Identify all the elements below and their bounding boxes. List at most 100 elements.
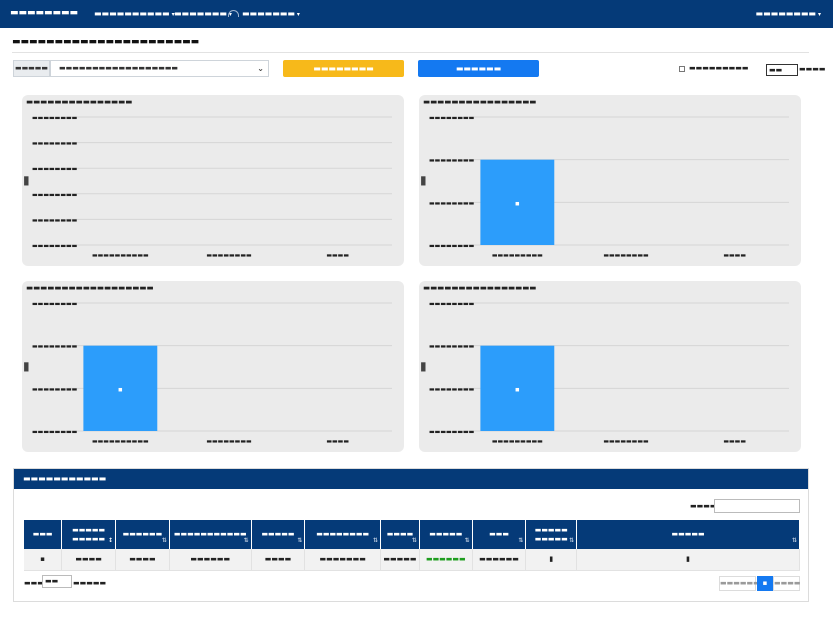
filter-select-value: ▬▬▬▬▬▬▬▬▬▬▬▬▬▬▬▬▬▬ bbox=[59, 64, 179, 72]
table-body: ▪ ▬▬▬▬ ▬▬▬▬ ▬▬▬▬▬▬ ▬▬▬▬ ▬▬▬▬▬▬▬ ▬▬▬▬▬ ▬▬▬▬▬▬ ▬▬▬… bbox=[24, 549, 800, 571]
table-cell: ▬▬▬▬▬▬ bbox=[472, 549, 527, 571]
show-label: ▬▬▬ bbox=[24, 579, 44, 587]
nav-dropdown-1-label: ▬▬▬▬▬▬▬▬▬▬ bbox=[94, 9, 170, 18]
table-header-row: ▬▬▬ ▬▬▬▬▬ ▬▬▬▬▬ ↕ ▬▬▬▬▬▬ ⇅ ▬▬▬▬▬▬▬▬▬▬▬ ⇅ ▬▬▬▬▬ ⇅… bbox=[24, 520, 800, 549]
column-header[interactable]: ▬▬▬▬▬ ▬▬▬▬▬ ↕ bbox=[61, 520, 116, 549]
refresh-interval-input[interactable]: ▬▬ bbox=[766, 64, 798, 76]
table-cell: ▬▬▬▬ bbox=[115, 549, 170, 571]
column-header[interactable]: ▬▬▬▬▬▬ ⇅ bbox=[115, 520, 170, 549]
chevron-down-icon: ⌄ bbox=[257, 64, 264, 73]
nav-user-dropdown[interactable]: ▬▬▬▬▬▬▬ ▾ bbox=[228, 9, 300, 18]
table-cell: ▬▬▬▬ bbox=[251, 549, 306, 571]
nav-user-label: ▬▬▬▬▬▬▬ bbox=[242, 9, 295, 18]
primary-action-button[interactable]: ▬▬▬▬▬▬ bbox=[418, 60, 539, 77]
y-tick-label: ▬▬▬▬▬▬▬▬ bbox=[32, 386, 78, 393]
table-cell: ▬▬▬▬▬ bbox=[380, 549, 420, 571]
pagination-next[interactable]: ▬▬▬▬ bbox=[773, 576, 800, 591]
x-tick-label: ▬▬▬▬▬▬▬▬▬▬ bbox=[92, 438, 149, 445]
x-tick-label: ▬▬▬▬ bbox=[723, 438, 746, 445]
y-tick-label: ▬▬▬▬▬▬▬▬ bbox=[429, 301, 475, 308]
top-navbar: ▬▬▬▬▬▬▬▬ ▬▬▬▬▬▬▬▬▬▬ ▾ ▬▬▬▬▬▬▬ ▾ ▬▬▬▬▬▬▬ ▾ ▬… bbox=[0, 0, 833, 28]
column-header-label: ▬▬▬▬▬ bbox=[261, 530, 295, 539]
caret-down-icon: ▾ bbox=[296, 11, 300, 18]
y-tick-label: ▬▬▬▬▬▬▬▬ bbox=[32, 343, 78, 350]
column-header[interactable]: ▬▬▬▬▬ ⇅ bbox=[576, 520, 800, 549]
y-tick-label: ▬▬▬▬▬▬▬▬ bbox=[32, 140, 78, 147]
sort-icon: ⇅ bbox=[297, 536, 303, 544]
x-tick-label: ▬▬▬▬ bbox=[326, 438, 349, 445]
y-tick-label: ▬▬▬▬▬▬▬▬ bbox=[32, 429, 78, 436]
column-header[interactable]: ▬▬▬▬▬▬▬▬ ⇅ bbox=[304, 520, 382, 549]
y-tick-label: ▬▬▬▬▬▬▬▬ bbox=[32, 301, 78, 308]
entries-label: ▬▬▬▬▬ bbox=[73, 579, 107, 587]
x-tick-label: ▬▬▬▬ bbox=[326, 252, 349, 259]
y-tick-label: ▬▬▬▬▬▬▬▬ bbox=[429, 115, 475, 122]
bar-chart-2: ▬▬▬▬▬▬▬▬▬▬▬▬▬▬▬▬▬▬▬▬▬▬▬▬▬▬▬▬▬▬▬▬▮▪▬▬▬▬▬▬… bbox=[420, 115, 789, 259]
nav-dropdown-1[interactable]: ▬▬▬▬▬▬▬▬▬▬ ▾ bbox=[94, 9, 175, 18]
table-row[interactable]: ▪ ▬▬▬▬ ▬▬▬▬ ▬▬▬▬▬▬ ▬▬▬▬ ▬▬▬▬▬▬▬ ▬▬▬▬▬ ▬▬▬▬▬▬ ▬▬▬… bbox=[24, 549, 800, 571]
column-header[interactable]: ▬▬▬▬▬ ▬▬▬▬▬ ⇅ bbox=[525, 520, 578, 549]
nav-account-dropdown[interactable]: ▬▬▬▬▬▬▬▬ ▾ bbox=[756, 9, 821, 18]
chart-card-1: ▬▬▬▬▬▬▬▬▬▬▬▬▬▬▬ ▬▬▬▬▬▬▬▬ ▬▬▬▬▬▬▬▬ ▬▬▬▬▬▬▬▬… bbox=[22, 95, 404, 266]
chart-card-2: ▬▬▬▬▬▬▬▬▬▬▬▬▬▬▬▬ ▬▬▬▬▬▬▬▬ ▬▬▬▬▬▬▬▬ ▬▬▬▬▬▬▬… bbox=[419, 95, 801, 266]
y-tick-label: ▬▬▬▬▬▬▬▬ bbox=[429, 386, 475, 393]
x-tick-label: ▬▬▬▬▬▬▬▬▬ bbox=[492, 438, 543, 445]
sort-icon: ⇅ bbox=[161, 536, 167, 544]
user-icon bbox=[228, 10, 239, 17]
filter-select[interactable]: ▬▬▬▬▬▬▬▬▬▬▬▬▬▬▬▬▬▬ ⌄ bbox=[50, 60, 269, 77]
bar-chart-4: ▬▬▬▬▬▬▬▬▬▬▬▬▬▬▬▬▬▬▬▬▬▬▬▬▬▬▬▬▬▬▬▬▮▪▬▬▬▬▬▬… bbox=[420, 301, 789, 445]
brand-logo-text[interactable]: ▬▬▬▬▬▬▬▬ bbox=[10, 8, 78, 18]
page-length-select[interactable]: ▬▬ bbox=[42, 575, 72, 588]
column-header-label: ▬▬▬▬▬▬▬▬ bbox=[316, 530, 370, 539]
table-cell: ▮ bbox=[576, 549, 800, 571]
pagination-previous[interactable]: ▬▬▬▬▬▬ bbox=[719, 576, 760, 591]
table-panel: ▬▬▬▬▬▬▬▬▬▬▬ ▬▬▬▬ ▬▬▬ ▬▬▬▬▬ ▬▬▬▬▬ ↕ ▬▬▬▬▬▬ ⇅ ▬… bbox=[13, 468, 809, 602]
y-tick-label: ▬▬▬▬▬▬▬▬ bbox=[32, 166, 78, 173]
x-tick-label: ▬▬▬▬ bbox=[723, 252, 746, 259]
warning-action-button[interactable]: ▬▬▬▬▬▬▬▬ bbox=[283, 60, 404, 77]
column-header[interactable]: ▬▬▬▬ ⇅ bbox=[380, 520, 420, 549]
column-header-label: ▬▬▬▬▬ ▬▬▬▬▬ bbox=[72, 526, 106, 543]
column-header[interactable]: ▬▬▬▬▬ ⇅ bbox=[251, 520, 306, 549]
nav-account-label: ▬▬▬▬▬▬▬▬ bbox=[755, 9, 816, 18]
sort-icon: ⇅ bbox=[518, 536, 524, 544]
table-cell: ▬▬▬▬▬▬▬ bbox=[304, 549, 382, 571]
y-tick-label: ▬▬▬▬▬▬▬▬ bbox=[429, 157, 475, 164]
x-tick-label: ▬▬▬▬▬▬▬▬ bbox=[206, 438, 252, 445]
table-panel-title: ▬▬▬▬▬▬▬▬▬▬▬ bbox=[14, 469, 808, 489]
nav-dropdown-2[interactable]: ▬▬▬▬▬▬▬ ▾ bbox=[174, 9, 232, 18]
column-header[interactable]: ▬▬▬▬▬▬▬▬▬▬▬ ⇅ bbox=[169, 520, 252, 549]
x-tick-label: ▬▬▬▬▬▬▬▬▬ bbox=[492, 252, 543, 259]
chart-card-4: ▬▬▬▬▬▬▬▬▬▬▬▬▬▬▬▬ ▬▬▬▬▬▬▬▬ ▬▬▬▬▬▬▬▬ ▬▬▬▬▬▬▬… bbox=[419, 281, 801, 452]
bar-chart-1: ▬▬▬▬▬▬▬▬▬▬▬▬▬▬▬▬▬▬▬▬▬▬▬▬▬▬▬▬▬▬▬▬▬▬▬▬▬▬▬▬… bbox=[23, 115, 392, 259]
x-tick-label: ▬▬▬▬▬▬▬▬ bbox=[206, 252, 252, 259]
table-cell: ▪ bbox=[24, 549, 63, 571]
auto-refresh-checkbox[interactable] bbox=[679, 66, 685, 72]
y-tick-label: ▬▬▬▬▬▬▬▬ bbox=[32, 191, 78, 198]
y-axis-label: ▮ bbox=[420, 359, 427, 373]
pagination-current-page[interactable]: ▪ bbox=[757, 576, 773, 591]
search-label: ▬▬▬▬ bbox=[690, 502, 717, 510]
search-input[interactable] bbox=[714, 499, 800, 513]
bar-data-label: ▪ bbox=[515, 199, 520, 207]
column-header[interactable]: ▬▬▬ ⇅ bbox=[472, 520, 527, 549]
sort-icon: ⇅ bbox=[411, 536, 417, 544]
y-tick-label: ▬▬▬▬▬▬▬▬ bbox=[429, 343, 475, 350]
bar-data-label: ▪ bbox=[118, 385, 123, 393]
table-cell: ▮ bbox=[525, 549, 578, 571]
nav-dropdown-2-label: ▬▬▬▬▬▬▬ bbox=[174, 9, 227, 18]
data-table: ▬▬▬ ▬▬▬▬▬ ▬▬▬▬▬ ↕ ▬▬▬▬▬▬ ⇅ ▬▬▬▬▬▬▬▬▬▬▬ ⇅ ▬▬▬▬▬ ⇅… bbox=[24, 520, 800, 571]
x-tick-label: ▬▬▬▬▬▬▬▬ bbox=[603, 438, 649, 445]
bar-chart-3: ▬▬▬▬▬▬▬▬▬▬▬▬▬▬▬▬▬▬▬▬▬▬▬▬▬▬▬▬▬▬▬▬▮▪▬▬▬▬▬▬… bbox=[23, 301, 392, 445]
column-header-label: ▬▬▬▬▬ ▬▬▬▬▬ bbox=[534, 526, 568, 543]
column-header-label: ▬▬▬▬▬▬ bbox=[122, 530, 163, 539]
sort-icon: ↕ bbox=[107, 536, 113, 544]
column-header[interactable]: ▬▬▬▬▬ ⇅ bbox=[419, 520, 473, 549]
table-cell: ▬▬▬▬▬▬ bbox=[169, 549, 252, 571]
column-header[interactable]: ▬▬▬ bbox=[24, 520, 63, 549]
select-group-label: ▬▬▬▬▬ bbox=[13, 60, 50, 77]
sort-icon: ⇅ bbox=[464, 536, 470, 544]
sort-icon: ⇅ bbox=[243, 536, 249, 544]
column-header-label: ▬▬▬▬▬▬▬▬▬▬▬ bbox=[173, 530, 247, 539]
y-tick-label: ▬▬▬▬▬▬▬▬ bbox=[32, 115, 78, 122]
